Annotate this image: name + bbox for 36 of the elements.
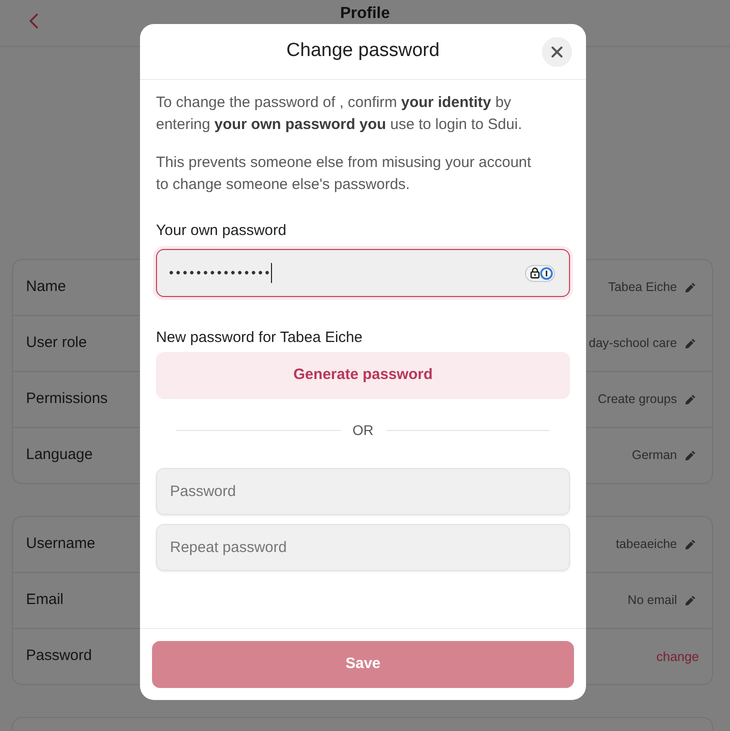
dialog-title: Change password [286,39,440,64]
pencil-icon[interactable] [685,338,696,349]
password-field[interactable]: Password [156,468,570,515]
pencil-icon[interactable] [685,450,696,461]
row-value: Tabea Eiche [608,279,677,296]
pencil-icon[interactable] [685,282,696,293]
row-label: User role [26,333,87,354]
password-field[interactable]: Repeat password [156,524,570,571]
row-label: Email [26,590,64,610]
row-label: Permissions [26,389,108,410]
back-icon[interactable] [29,13,39,29]
note-text: This prevents someone else from misusing your account to change someone else's passwords. [156,153,532,195]
row-label: Password [26,646,92,666]
close-icon [551,46,563,58]
pencil-icon[interactable] [685,595,696,606]
generate-password-button[interactable]: Generate password [156,352,570,399]
row-label: Name [26,277,66,298]
text-cursor-icon [270,263,272,283]
row-value: day-school care [588,335,677,352]
pencil-icon[interactable] [685,539,696,550]
password-field[interactable]: ••••••••••••••• [156,249,570,297]
pencil-icon[interactable] [685,394,696,405]
row-label: Username [26,534,96,554]
row-value: tabeaeiche [616,536,677,554]
instruction-text: To change the password of , confirm your identity by entering your own password you use to login to Sdui. [156,93,523,135]
lock-badge-icon[interactable] [525,264,555,282]
row-value: No email [628,592,677,610]
row-value: German [632,447,677,464]
row-label: Language [26,445,93,466]
separator-label: OR [352,421,374,440]
field-label: New password for Tabea Eiche [156,328,364,348]
close-button[interactable] [542,36,572,66]
field-label: Your own password [156,221,288,241]
row-value: Create groups [598,391,677,408]
change-link[interactable]: change [656,646,699,666]
page-title: Profile [340,4,390,23]
